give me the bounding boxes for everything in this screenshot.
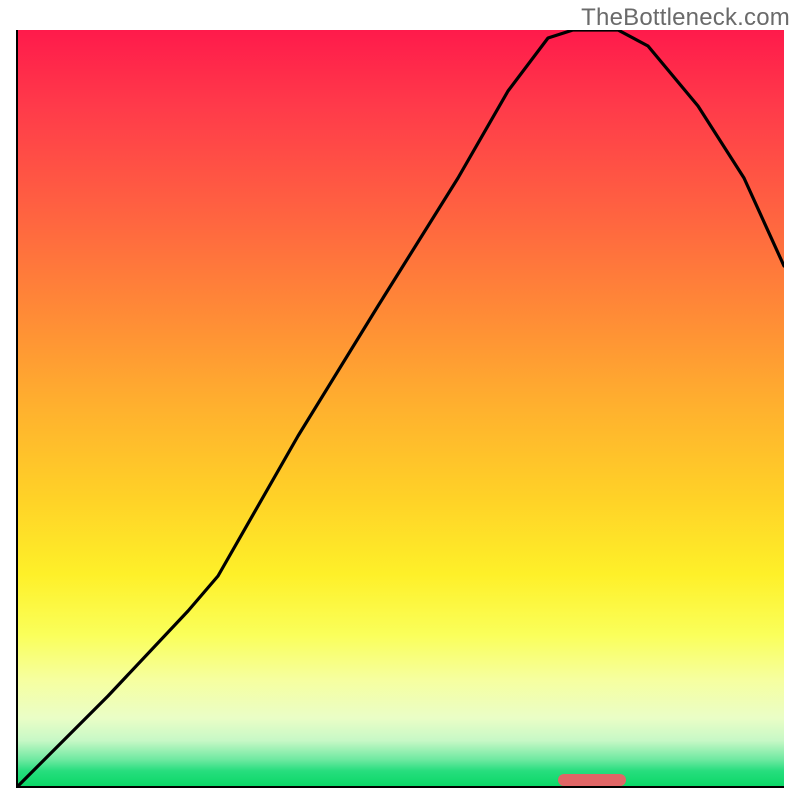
plot-area: [16, 30, 784, 788]
watermark-text: TheBottleneck.com: [581, 4, 790, 32]
chart-container: TheBottleneck.com: [0, 0, 800, 800]
bottleneck-curve: [18, 30, 784, 786]
